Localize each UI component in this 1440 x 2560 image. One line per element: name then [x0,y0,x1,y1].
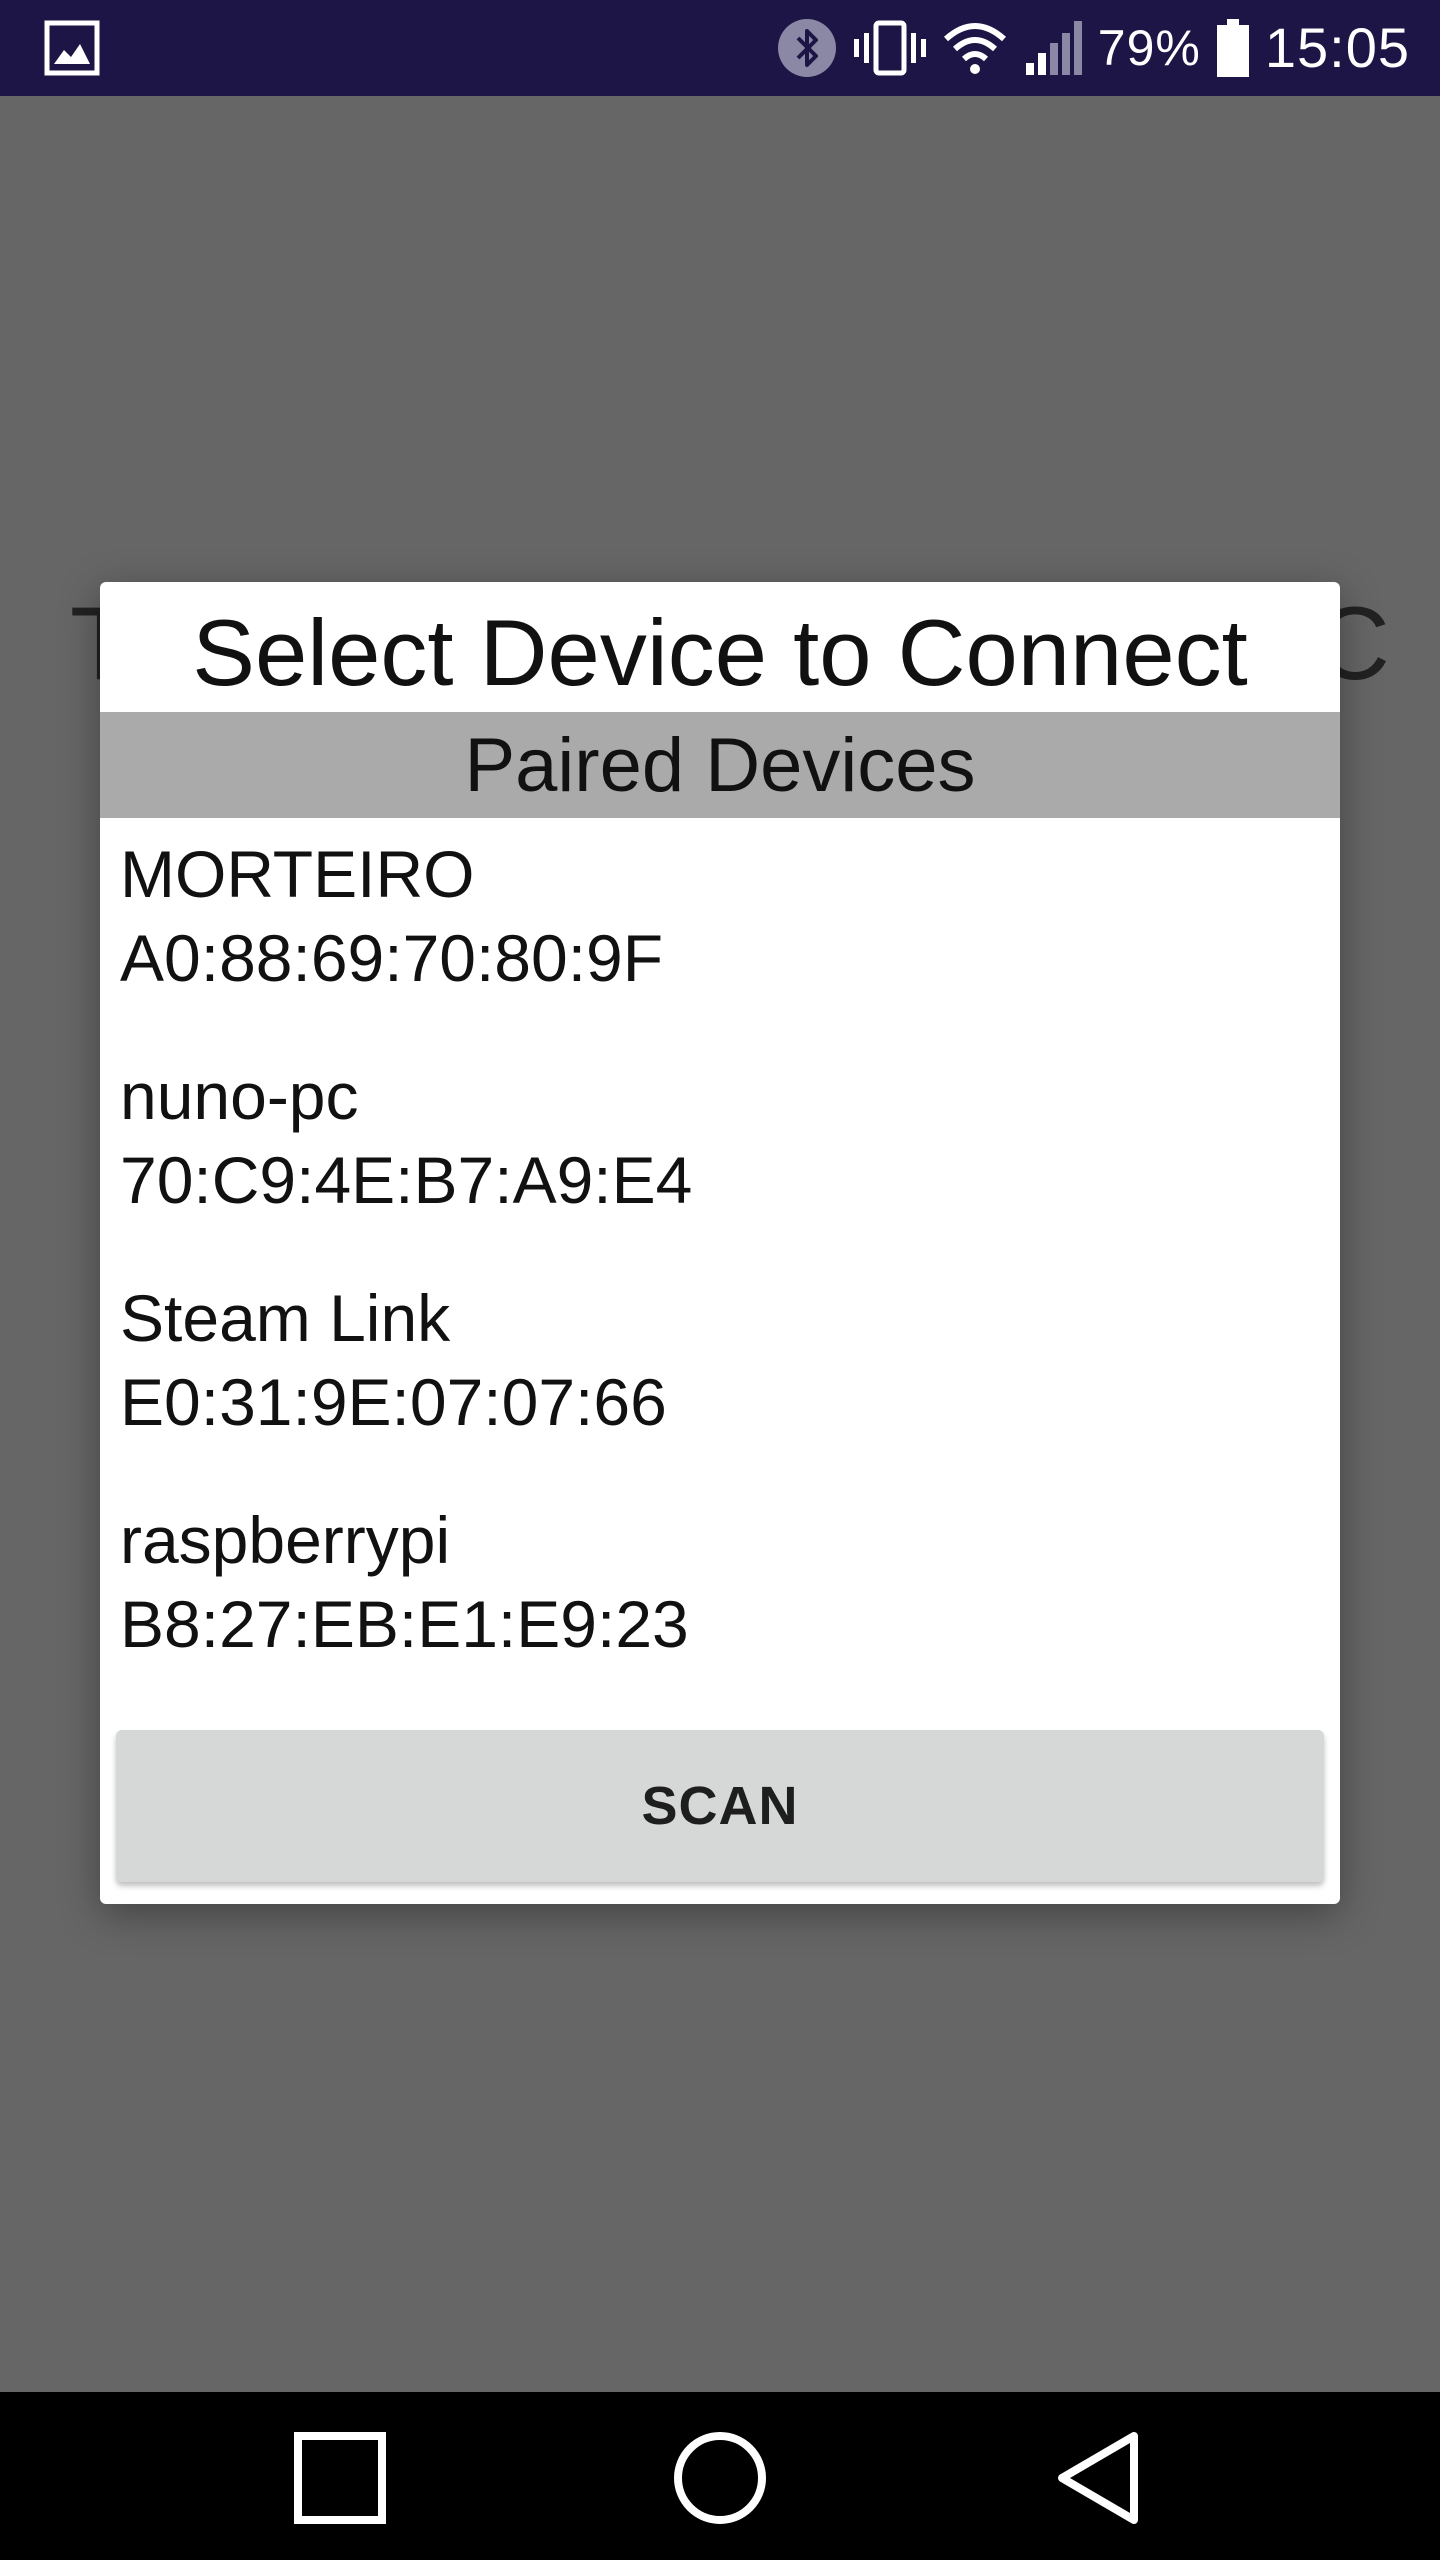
screen: 79% 15:05 T C Select Device to Connect P… [0,0,1440,2560]
device-list: MORTEIRO A0:88:69:70:80:9F nuno-pc 70:C9… [100,818,1340,1818]
home-icon[interactable] [670,2428,770,2528]
signal-icon [1022,17,1084,79]
vibrate-icon [852,17,928,79]
battery-icon [1215,17,1251,79]
device-address: A0:88:69:70:80:9F [120,921,664,995]
device-item-nuno-pc[interactable]: nuno-pc 70:C9:4E:B7:A9:E4 [100,1040,1340,1262]
bluetooth-icon [776,17,838,79]
device-item-steam-link[interactable]: Steam Link E0:31:9E:07:07:66 [100,1262,1340,1484]
device-item-morteiro[interactable]: MORTEIRO A0:88:69:70:80:9F [100,818,1340,1040]
battery-percent: 79% [1097,20,1201,76]
device-address: E0:31:9E:07:07:66 [120,1365,667,1439]
wifi-icon [942,17,1008,79]
scan-button[interactable]: SCAN [116,1730,1324,1882]
device-name: raspberrypi [120,1503,451,1577]
status-bar: 79% 15:05 [0,0,1440,96]
device-address: 70:C9:4E:B7:A9:E4 [120,1143,693,1217]
recents-icon[interactable] [290,2428,390,2528]
device-name: Steam Link [120,1281,451,1355]
dialog-title: Select Device to Connect [192,600,1248,705]
navigation-bar [0,2392,1440,2560]
device-name: MORTEIRO [120,837,475,911]
back-icon[interactable] [1050,2428,1150,2528]
device-address: B8:27:EB:E1:E9:23 [120,1587,689,1661]
paired-devices-header: Paired Devices [100,712,1340,818]
gallery-icon [44,20,100,76]
select-device-dialog: Select Device to Connect Paired Devices … [100,582,1340,1904]
clock: 15:05 [1264,16,1410,79]
device-item-raspberrypi[interactable]: raspberrypi B8:27:EB:E1:E9:23 [100,1484,1340,1706]
status-icons: 79% 15:05 [776,0,1410,96]
device-name: nuno-pc [120,1059,359,1133]
